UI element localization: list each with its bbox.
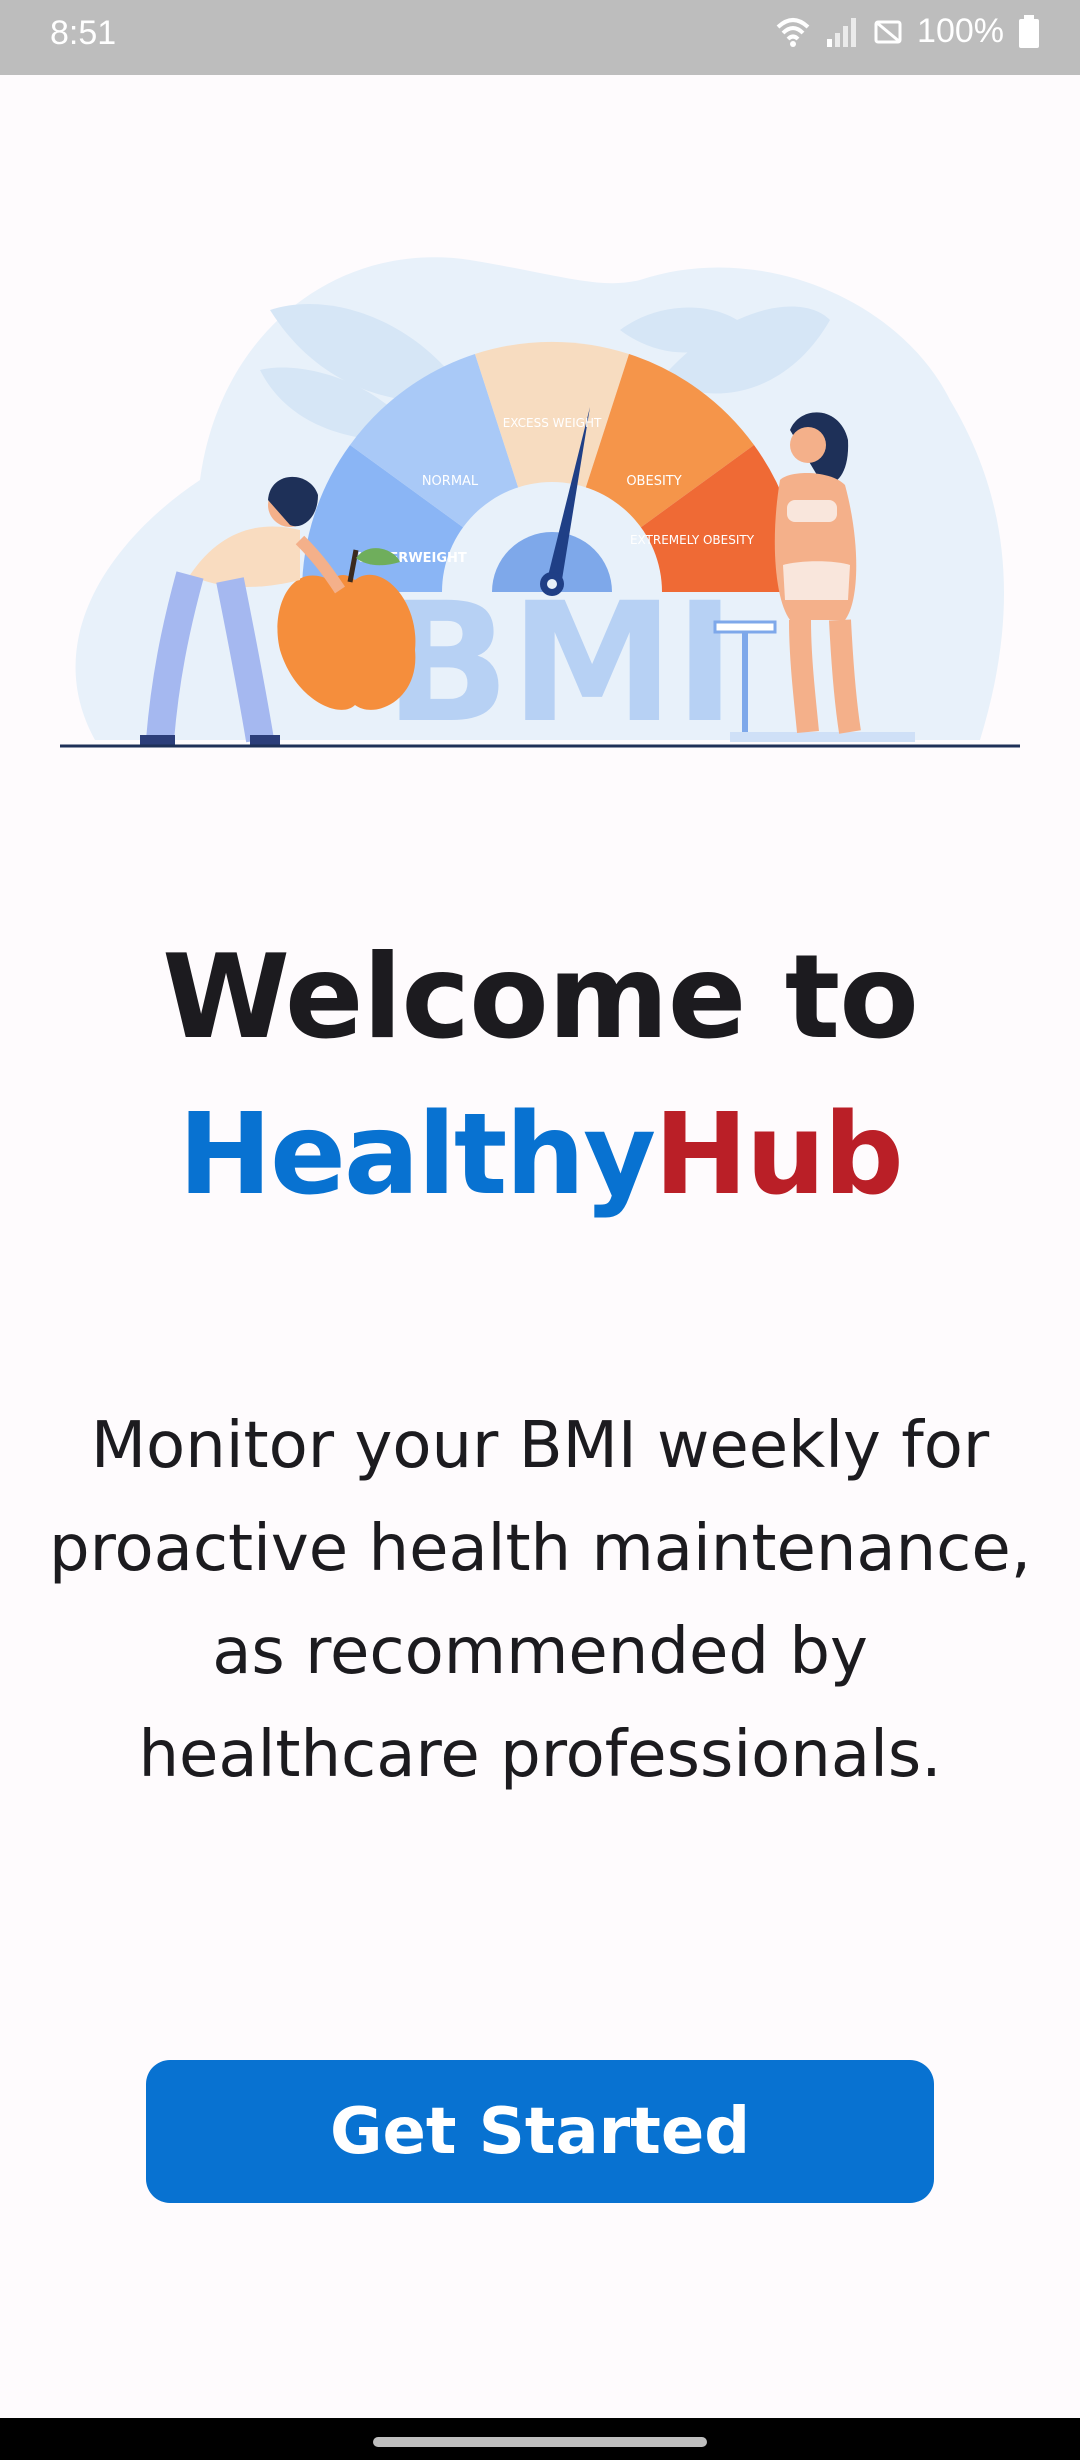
brand-name-part-1: Healthy (178, 1090, 656, 1220)
no-sim-icon (874, 20, 902, 43)
battery-percent: 100% (917, 12, 1004, 50)
bmi-illustration: UNDERWEIGHT NORMAL EXCESS WEIGHT OBESITY… (0, 180, 1080, 760)
status-time: 8:51 (50, 14, 117, 52)
brand-name-part-2: Hub (654, 1090, 904, 1220)
status-bar: 8:51 100% (0, 0, 1080, 75)
wifi-icon (776, 17, 810, 47)
get-started-button[interactable]: Get Started (146, 2060, 934, 2203)
home-indicator[interactable] (373, 2437, 707, 2447)
battery-icon (1019, 14, 1039, 48)
gauge-label-extreme: EXTREMELY OBESITY (630, 533, 755, 547)
status-icons: 100% (775, 12, 1040, 51)
intro-description: Monitor your BMI weekly for proactive he… (48, 1409, 1032, 1792)
bmi-text: BMI (384, 567, 735, 759)
gauge-label-normal: NORMAL (422, 474, 479, 489)
signal-icon (827, 17, 857, 47)
gauge-label-obesity: OBESITY (626, 474, 681, 489)
gauge-label-excess: EXCESS WEIGHT (503, 416, 602, 430)
welcome-title: Welcome to (162, 930, 919, 1065)
app-brand-name: HealthyHub (0, 1090, 1080, 1220)
bmi-illustration-svg: UNDERWEIGHT NORMAL EXCESS WEIGHT OBESITY… (60, 257, 1020, 759)
